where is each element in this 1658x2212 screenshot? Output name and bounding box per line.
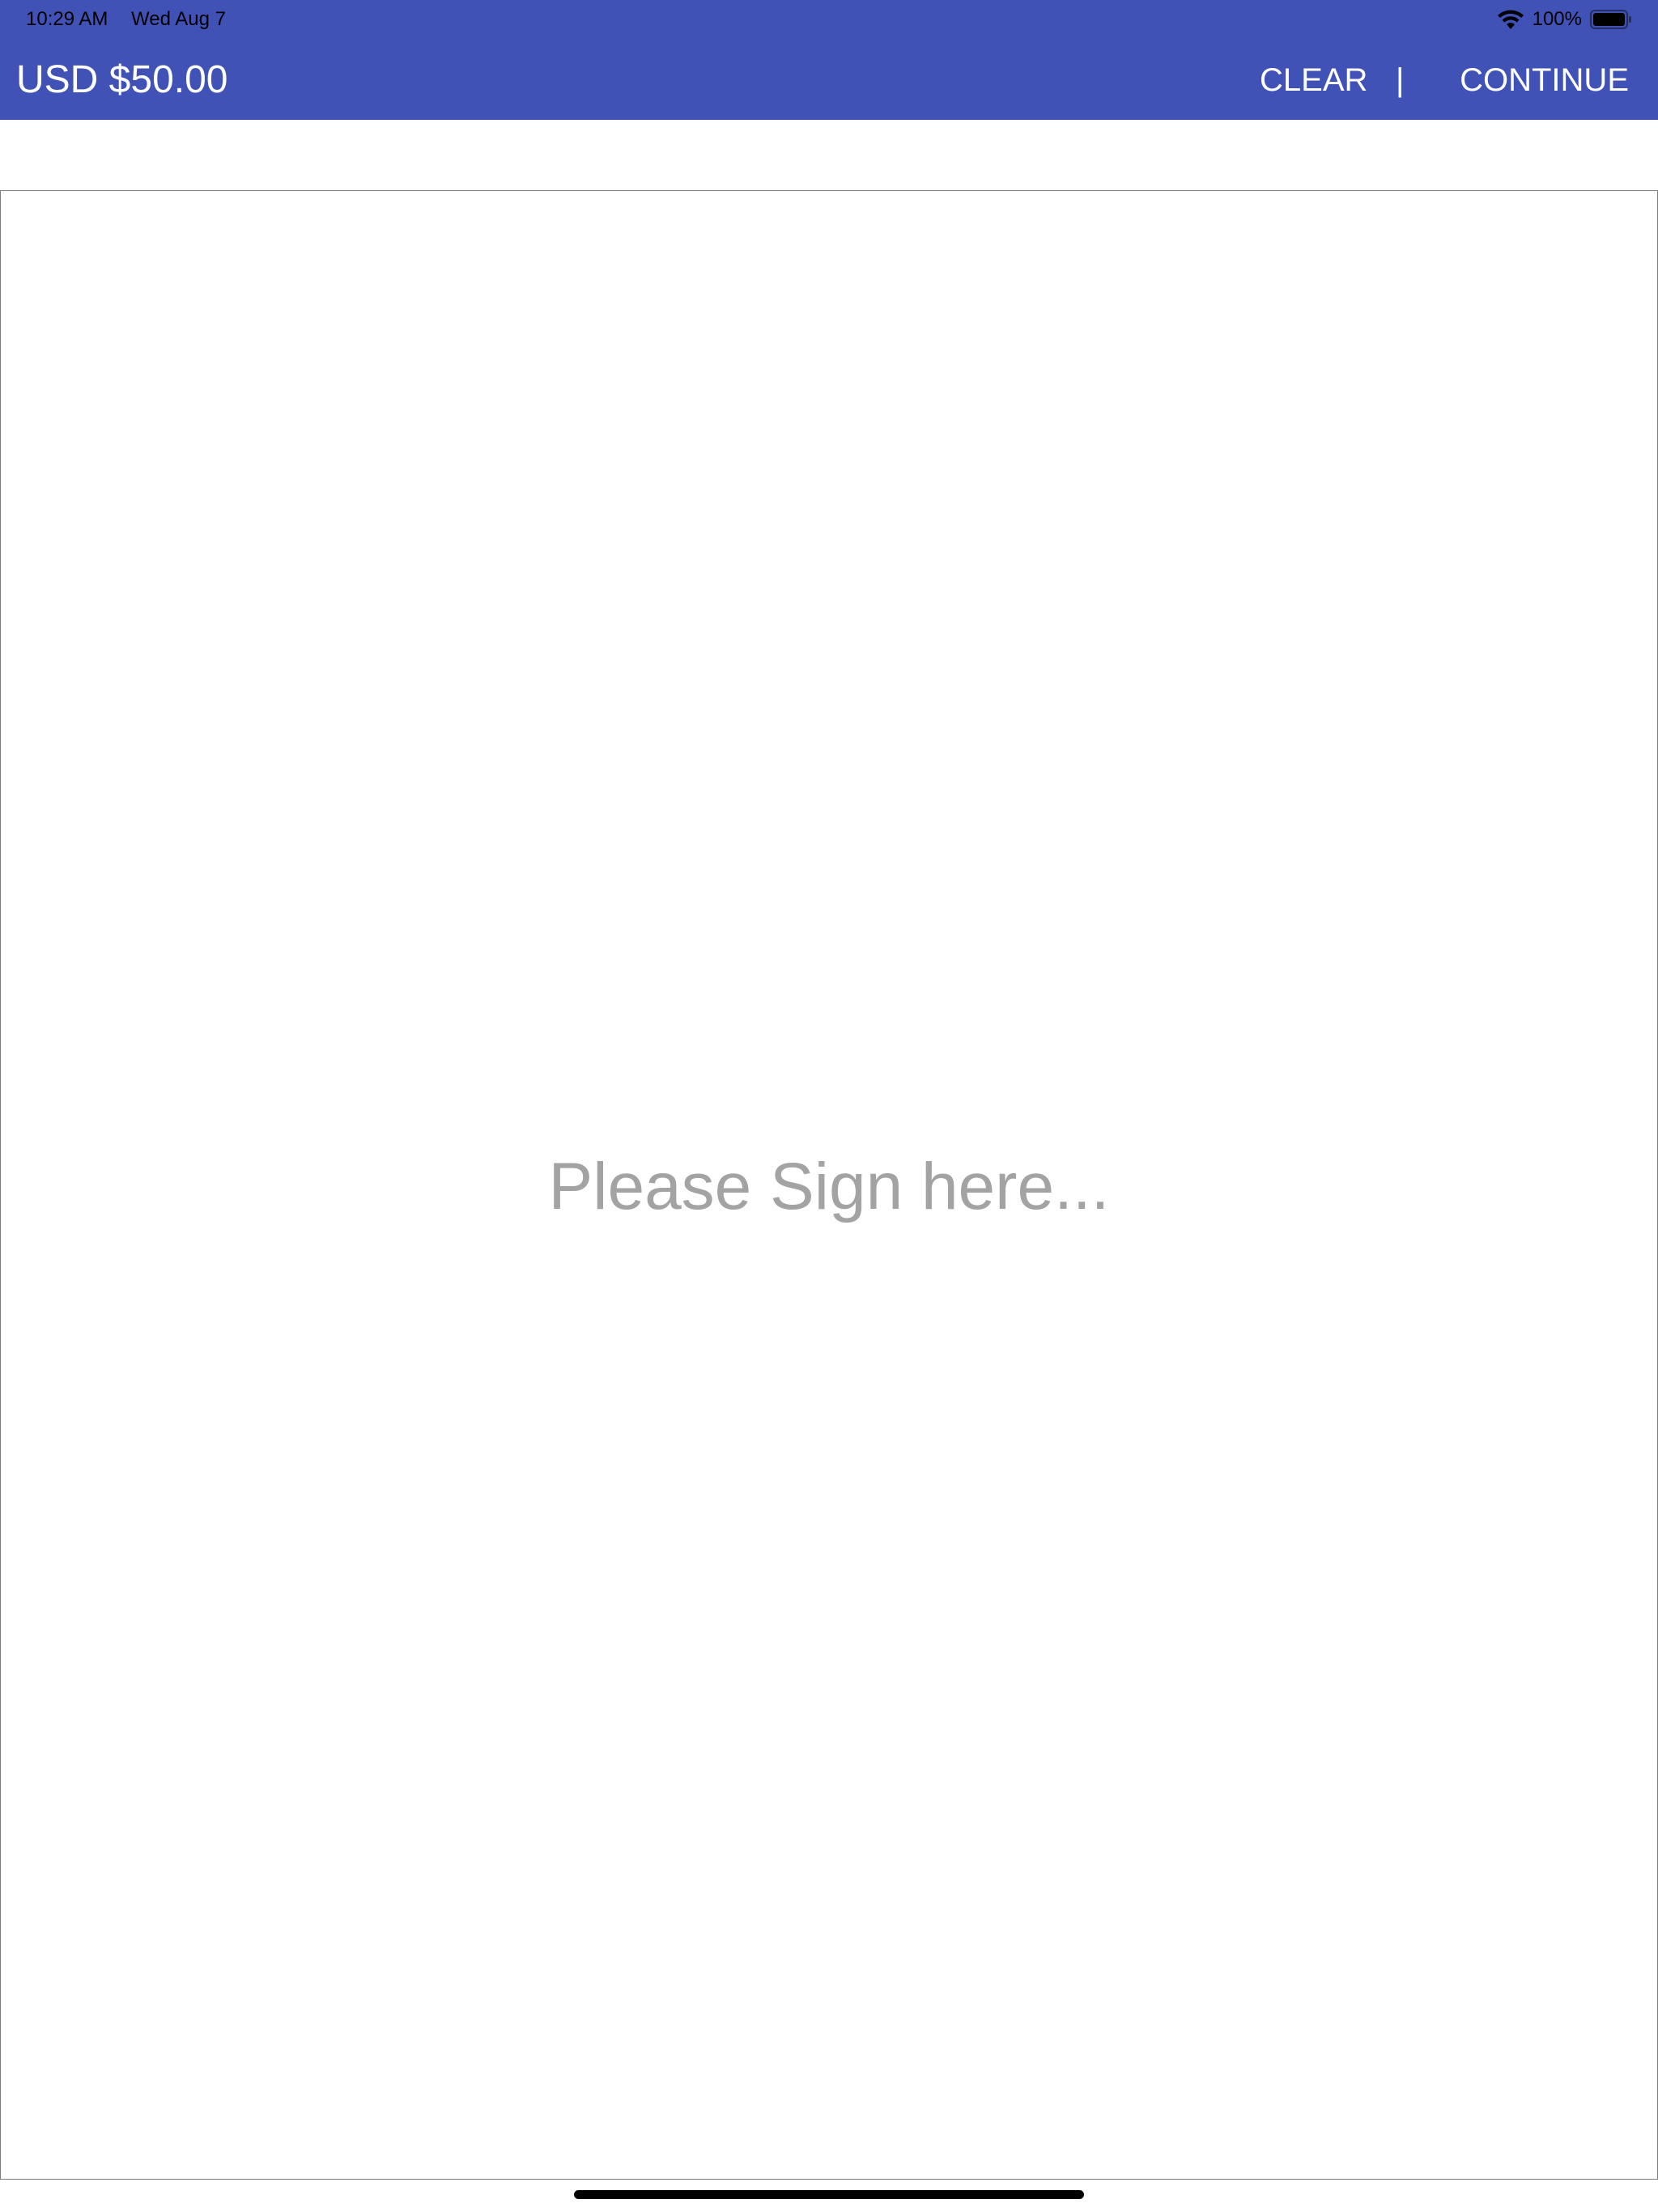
status-date: Wed Aug 7 — [131, 8, 226, 30]
battery-percent: 100% — [1532, 8, 1582, 30]
signature-placeholder: Please Sign here... — [548, 1150, 1110, 1223]
signature-pad[interactable]: Please Sign here... — [0, 190, 1658, 2180]
signature-screen: 10:29 AM Wed Aug 7 100% USD $50.00 CLEAR… — [0, 0, 1658, 2212]
status-time: 10:29 AM — [26, 8, 108, 30]
continue-button[interactable]: CONTINUE — [1460, 52, 1629, 108]
wifi-icon — [1497, 10, 1524, 29]
clear-button[interactable]: CLEAR — [1260, 52, 1367, 108]
home-indicator[interactable] — [574, 2190, 1084, 2199]
battery-full-icon — [1590, 10, 1631, 29]
payment-amount: USD $50.00 — [16, 58, 228, 101]
status-indicators: 100% — [1497, 5, 1632, 34]
header-divider: | — [1396, 62, 1405, 98]
top-bar: 10:29 AM Wed Aug 7 100% USD $50.00 CLEAR… — [0, 0, 1658, 120]
